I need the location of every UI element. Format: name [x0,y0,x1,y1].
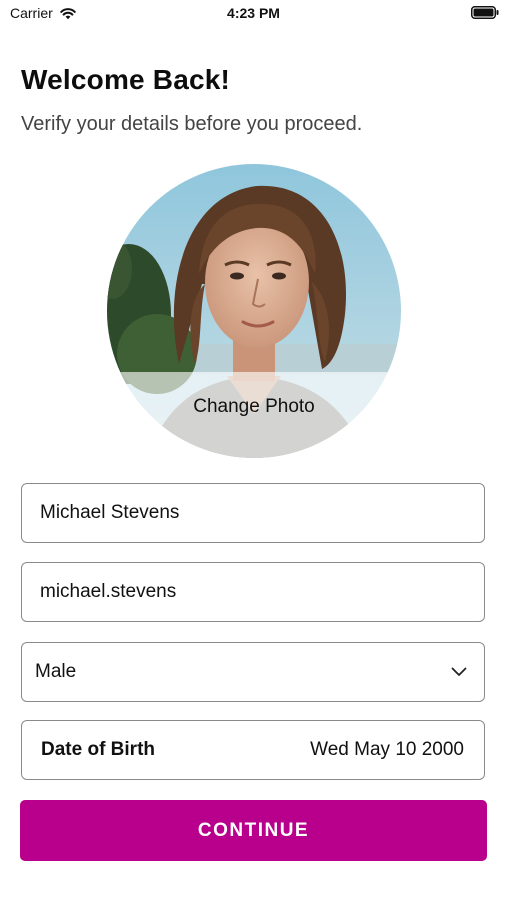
battery-icon [471,6,499,19]
date-of-birth-label: Date of Birth [41,739,155,760]
avatar[interactable]: Change Photo [107,164,401,458]
username-input[interactable] [22,563,484,621]
full-name-field [21,483,485,543]
full-name-input[interactable] [22,484,484,542]
continue-button[interactable]: CONTINUE [20,800,487,861]
status-time: 4:23 PM [227,5,280,21]
profile-verification-screen: Carrier 4:23 PM Welcome Back! Verify you… [0,0,507,900]
date-of-birth-field[interactable]: Date of Birth Wed May 10 2000 [21,720,485,780]
page-subtitle: Verify your details before you proceed. [21,113,363,135]
username-field [21,562,485,622]
page-title: Welcome Back! [21,64,231,95]
gender-select[interactable]: Male [21,642,485,702]
change-photo-label[interactable]: Change Photo [107,396,401,418]
chevron-down-icon [451,667,467,676]
date-of-birth-value: Wed May 10 2000 [310,739,464,760]
gender-selected-value: Male [35,661,77,682]
status-bar: Carrier 4:23 PM [0,0,507,28]
